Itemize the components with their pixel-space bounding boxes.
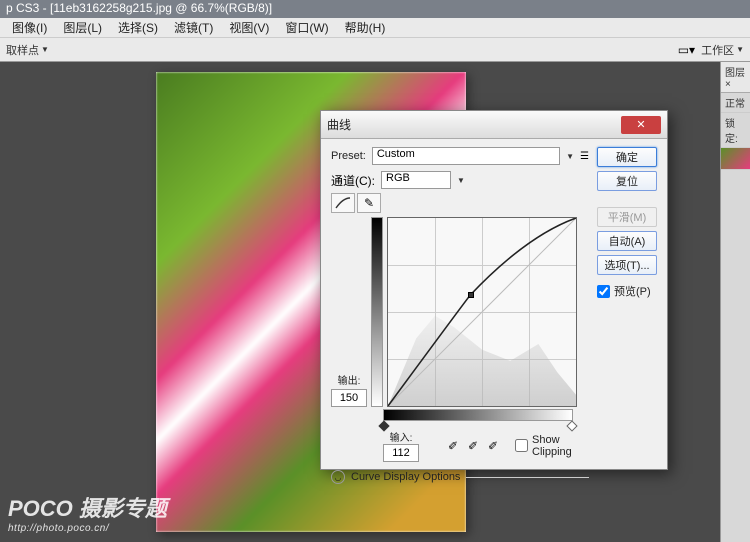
cancel-button[interactable]: 复位	[597, 171, 657, 191]
curves-graph[interactable]	[387, 217, 577, 407]
app-titlebar: p CS3 - [11eb3162258g215.jpg @ 66.7%(RGB…	[0, 0, 750, 18]
dialog-titlebar[interactable]: 曲线 ✕	[321, 111, 667, 139]
lock-row: 锁定:	[721, 113, 750, 148]
chevron-down-icon: ▼	[41, 45, 49, 54]
preview-checkbox[interactable]: 预览(P)	[597, 283, 657, 299]
layers-tab[interactable]: 图层 ×	[721, 62, 750, 93]
output-gradient[interactable]	[371, 217, 383, 407]
watermark-brand: POCO 摄影专题	[8, 491, 167, 523]
divider	[466, 477, 589, 478]
close-button[interactable]: ✕	[621, 116, 661, 134]
expand-display-options[interactable]: ◡	[331, 470, 345, 484]
preview-input[interactable]	[597, 285, 610, 298]
smooth-button: 平滑(M)	[597, 207, 657, 227]
pencil-icon: ✎	[364, 196, 374, 210]
chevron-down-icon: ▼	[736, 45, 744, 54]
preset-menu-icon[interactable]: ☰	[580, 151, 589, 162]
curves-dialog: 曲线 ✕ Preset: Custom ▼ ☰ 通道(C): RGB ▼ ✎	[320, 110, 668, 470]
gray-eyedropper-icon[interactable]: ✐	[465, 438, 481, 454]
screen-mode-icon[interactable]: ▭▾	[678, 43, 695, 57]
input-value[interactable]: 112	[383, 444, 419, 462]
input-label: 输入:	[383, 429, 419, 444]
curve-pencil-tool[interactable]: ✎	[357, 193, 381, 213]
show-clipping-label: Show Clipping	[532, 434, 589, 458]
menu-help[interactable]: 帮助(H)	[337, 19, 394, 36]
output-value[interactable]: 150	[331, 389, 367, 407]
channel-select[interactable]: RGB	[381, 171, 451, 189]
menu-filter[interactable]: 滤镜(T)	[166, 19, 221, 36]
chevron-down-icon: ▼	[566, 152, 574, 161]
sample-point-dropdown[interactable]: 取样点 ▼	[6, 42, 49, 58]
preview-label: 预览(P)	[614, 283, 651, 299]
workspace-label: 工作区	[701, 42, 734, 58]
auto-button[interactable]: 自动(A)	[597, 231, 657, 251]
blend-mode[interactable]: 正常	[721, 93, 750, 113]
menu-select[interactable]: 选择(S)	[110, 19, 166, 36]
show-clipping-checkbox[interactable]: Show Clipping	[515, 434, 589, 458]
menubar: 图像(I) 图层(L) 选择(S) 滤镜(T) 视图(V) 窗口(W) 帮助(H…	[0, 18, 750, 38]
menu-view[interactable]: 视图(V)	[221, 19, 277, 36]
curve-display-options-label: Curve Display Options	[351, 471, 460, 483]
input-gradient[interactable]	[383, 409, 573, 421]
chevron-down-icon: ▼	[457, 176, 465, 185]
watermark-url: http://photo.poco.cn/	[8, 523, 167, 534]
preset-select[interactable]: Custom	[372, 147, 560, 165]
curve-point-tool[interactable]	[331, 193, 355, 213]
channel-label: 通道(C):	[331, 172, 375, 189]
preset-label: Preset:	[331, 150, 366, 162]
watermark: POCO 摄影专题 http://photo.poco.cn/	[8, 491, 167, 534]
layer-thumb[interactable]	[721, 148, 750, 170]
white-eyedropper-icon[interactable]: ✐	[485, 438, 501, 454]
workspace-dropdown[interactable]: 工作区 ▼	[701, 42, 744, 58]
show-clipping-input[interactable]	[515, 439, 528, 452]
curve-path	[388, 218, 576, 406]
menu-image[interactable]: 图像(I)	[4, 19, 55, 36]
menu-layer[interactable]: 图层(L)	[55, 19, 110, 36]
layers-panel: 图层 × 正常 锁定:	[720, 62, 750, 542]
sample-label: 取样点	[6, 42, 39, 58]
ok-button[interactable]: 确定	[597, 147, 657, 167]
options-bar: 取样点 ▼ ▭▾ 工作区 ▼	[0, 38, 750, 62]
output-label: 输出:	[331, 372, 367, 387]
menu-window[interactable]: 窗口(W)	[277, 19, 336, 36]
close-icon: ✕	[636, 118, 645, 131]
options-button[interactable]: 选项(T)...	[597, 255, 657, 275]
black-eyedropper-icon[interactable]: ✐	[445, 438, 461, 454]
curve-control-point[interactable]	[468, 292, 474, 298]
dialog-title: 曲线	[327, 116, 351, 133]
